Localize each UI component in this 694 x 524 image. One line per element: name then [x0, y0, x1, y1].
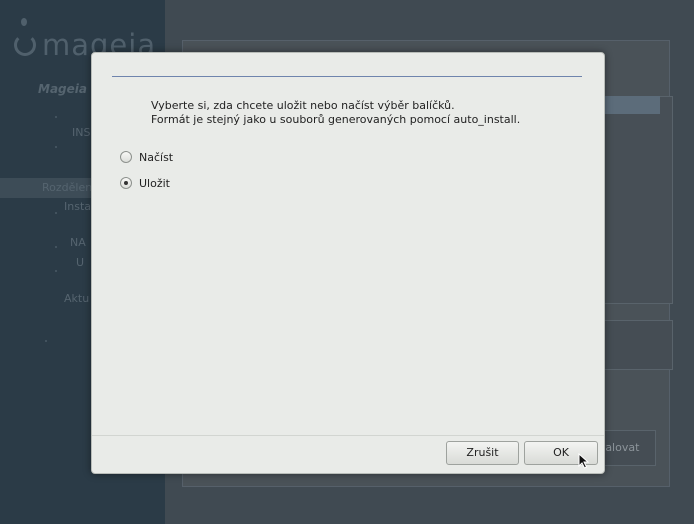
background-list-selected-row — [600, 96, 660, 114]
sidebar-step: Aktu — [64, 292, 90, 305]
background-info-box — [600, 320, 673, 370]
step-bullet — [55, 116, 57, 118]
option-load[interactable]: Načíst — [120, 149, 173, 165]
sidebar-step: NA — [70, 236, 86, 249]
option-save-label[interactable]: Uložit — [139, 177, 170, 190]
step-bullet — [55, 270, 57, 272]
dialog-message: Vyberte si, zda chcete uložit nebo načís… — [151, 99, 581, 127]
message-line-1: Vyberte si, zda chcete uložit nebo načís… — [151, 99, 455, 112]
sidebar-title: Mageia — [38, 82, 87, 96]
save-load-dialog: Vyberte si, zda chcete uložit nebo načís… — [91, 52, 605, 474]
cancel-button[interactable]: Zrušit — [446, 441, 519, 465]
background-install-button: talovat — [596, 430, 656, 466]
step-bullet — [55, 212, 57, 214]
sidebar-step: U — [76, 256, 85, 269]
radio-load-icon[interactable] — [120, 151, 132, 163]
step-bullet — [55, 146, 57, 148]
message-line-2: Formát je stejný jako u souborů generova… — [151, 113, 521, 126]
step-bullet — [55, 246, 57, 248]
mouse-cursor-icon — [578, 453, 590, 469]
radio-save-icon[interactable] — [120, 177, 132, 189]
background-list — [600, 96, 673, 304]
dialog-title-rule — [112, 76, 582, 77]
dialog-footer-separator — [92, 435, 604, 436]
sidebar-step: Insta — [64, 200, 92, 213]
logo-drop-icon — [21, 18, 27, 26]
step-bullet — [45, 340, 47, 342]
logo-mark-icon — [14, 34, 36, 56]
sidebar-step: INS — [72, 126, 91, 139]
option-load-label[interactable]: Načíst — [139, 151, 173, 164]
sidebar-step-active: Rozdělen — [42, 181, 93, 194]
option-save[interactable]: Uložit — [120, 175, 170, 191]
